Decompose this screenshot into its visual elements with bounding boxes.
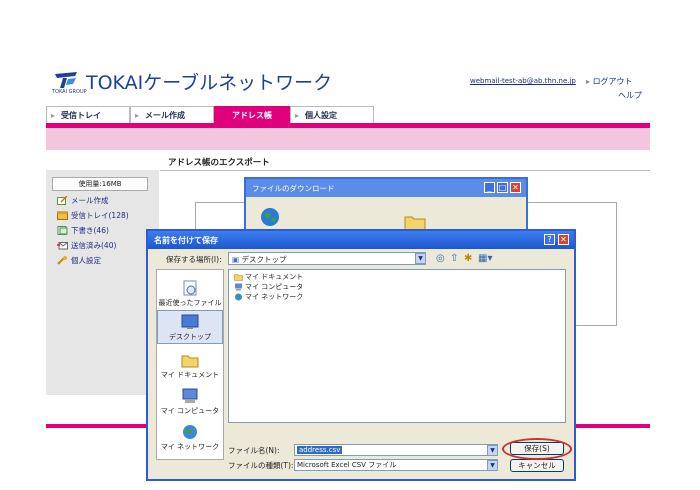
chevron-right-icon: ▸ <box>51 110 56 120</box>
list-item[interactable]: マイ コンピュータ <box>234 282 303 292</box>
new-folder-icon[interactable]: ✱ <box>464 253 472 264</box>
logout-link[interactable]: ▸ ログアウト <box>586 76 633 87</box>
file-list[interactable]: マイ ドキュメント マイ コンピュータ マイ ネットワーク <box>228 269 566 423</box>
computer-icon <box>235 283 242 291</box>
place-desktop[interactable]: デスクトップ <box>157 310 223 344</box>
chevron-down-icon[interactable]: ▼ <box>415 253 426 264</box>
sidebar-item-compose[interactable]: メール作成 <box>57 195 109 206</box>
back-icon[interactable]: ◎ <box>436 253 445 264</box>
user-email: webmail-test-ab@ab.thn.ne.jp <box>470 77 576 85</box>
minimize-button[interactable]: _ <box>484 182 495 193</box>
tokai-logo-icon <box>55 72 77 88</box>
save-button-highlight-circle <box>502 438 572 460</box>
download-window-titlebar[interactable]: ファイルのダウンロード _ □ ✕ <box>246 179 526 197</box>
place-my-documents[interactable]: マイ ドキュメント <box>157 352 223 380</box>
usage-indicator: 使用量:16MB <box>52 177 148 191</box>
sidebar-item-settings[interactable]: 個人設定 <box>57 255 101 266</box>
brand-title: TOKAIケーブルネットワーク <box>86 72 333 94</box>
chevron-down-icon[interactable]: ▼ <box>487 460 498 471</box>
save-dialog-title: 名前を付けて保存 <box>154 236 218 245</box>
computer-icon <box>182 388 198 403</box>
places-bar: 最近使ったファイル デスクトップ マイ ドキュメント マイ コンピュータ マイ … <box>156 269 224 460</box>
filetype-select[interactable]: Microsoft Excel CSV ファイル <box>294 459 498 471</box>
list-item[interactable]: マイ ドキュメント <box>234 272 303 282</box>
place-my-network[interactable]: マイ ネットワーク <box>157 424 223 452</box>
sidebar-item-drafts[interactable]: 下書き(46) <box>57 225 109 236</box>
tab-personal-settings[interactable]: ▸ 個人設定 <box>290 106 374 123</box>
draft-icon <box>57 226 68 235</box>
logo-group-text: TOKAI GROUP <box>52 89 87 95</box>
recent-icon <box>183 280 197 296</box>
save-as-dialog: 名前を付けて保存 ? ✕ 保存する場所(I): ▣ デスクトップ ▼ ◎ ⇧ ✱… <box>146 229 576 481</box>
help-link[interactable]: ヘルプ <box>618 90 642 101</box>
inbox-icon <box>57 211 68 220</box>
place-recent[interactable]: 最近使ったファイル <box>157 280 223 308</box>
sidebar-item-sent[interactable]: 送信済み(40) <box>57 240 116 251</box>
tab-inbox[interactable]: ▸ 受信トレイ <box>46 106 130 123</box>
desktop-icon <box>181 314 199 329</box>
close-button[interactable]: ✕ <box>510 182 521 193</box>
network-icon <box>183 425 197 439</box>
save-in-label: 保存する場所(I): <box>166 255 222 264</box>
tab-address-book[interactable]: アドレス帳 <box>214 106 290 123</box>
tab-compose[interactable]: ▸ メール作成 <box>130 106 214 123</box>
documents-icon <box>181 355 199 368</box>
list-item[interactable]: マイ ネットワーク <box>234 292 303 302</box>
maximize-button[interactable]: □ <box>497 182 508 193</box>
page-title: アドレス帳のエクスポート <box>168 158 270 168</box>
chevron-right-icon: ▸ <box>135 110 140 120</box>
network-icon <box>235 293 242 301</box>
title-divider <box>160 170 650 171</box>
sent-icon <box>57 242 68 250</box>
filetype-label: ファイルの種類(T): <box>228 461 294 470</box>
compose-icon <box>57 196 68 205</box>
place-my-computer[interactable]: マイ コンピュータ <box>157 388 223 416</box>
view-menu-icon[interactable]: ▦▾ <box>478 253 492 264</box>
chevron-right-icon: ▸ <box>295 110 300 120</box>
save-dialog-titlebar[interactable]: 名前を付けて保存 ? ✕ <box>148 231 574 249</box>
close-button[interactable]: ✕ <box>558 234 569 245</box>
help-question-button[interactable]: ? <box>544 234 555 245</box>
download-window-title: ファイルのダウンロード <box>252 184 335 193</box>
cancel-button[interactable]: キャンセル <box>510 459 564 472</box>
settings-icon <box>57 256 67 265</box>
filename-field[interactable]: address.csv <box>294 444 498 456</box>
up-folder-icon[interactable]: ⇧ <box>450 253 458 264</box>
filename-label: ファイル名(N): <box>228 446 280 455</box>
globe-icon <box>261 208 279 226</box>
sidebar-item-inbox[interactable]: 受信トレイ(128) <box>57 210 129 221</box>
subheader-band <box>46 128 650 150</box>
folder-icon <box>234 274 243 281</box>
chevron-down-icon[interactable]: ▼ <box>487 445 498 456</box>
save-location-select[interactable]: ▣ デスクトップ <box>228 252 426 265</box>
